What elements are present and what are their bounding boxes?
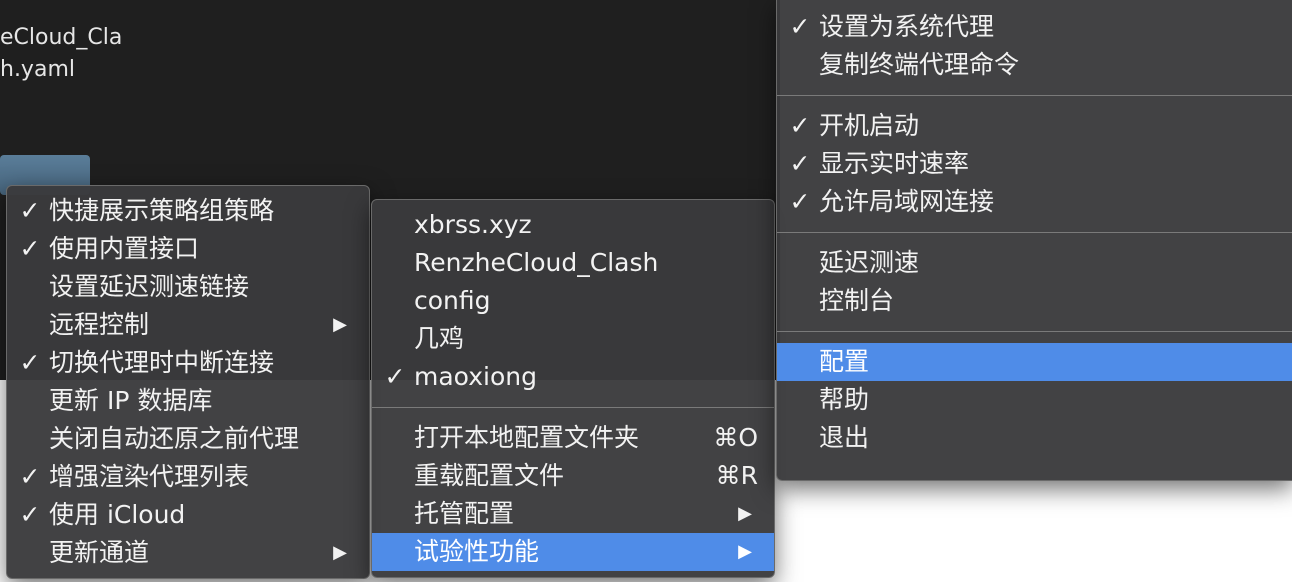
menu-item-label: RenzheCloud_Clash — [414, 248, 659, 277]
menu-item-label: 退出 — [819, 423, 870, 452]
menu-item-disable-auto-restore[interactable]: 关闭自动还原之前代理 — [7, 420, 369, 458]
menu-item-label: 试验性功能 — [414, 537, 540, 566]
submenu-arrow-icon: ▶ — [738, 541, 752, 562]
menu-item-update-channel[interactable]: 更新通道 ▶ — [7, 534, 369, 572]
submenu-arrow-icon: ▶ — [333, 542, 347, 563]
menu-item-label: 远程控制 — [49, 310, 150, 339]
checkmark-icon: ✓ — [19, 234, 41, 263]
menu-item-label: 复制终端代理命令 — [819, 50, 1020, 79]
clashx-main-menu: ✓ 设置为系统代理 复制终端代理命令 ✓ 开机启动 ✓ 显示实时速率 ✓ 允许局域网连接… — [776, 0, 1292, 481]
menu-item-label: 关闭自动还原之前代理 — [49, 424, 300, 453]
menu-separator — [777, 232, 1292, 233]
menu-item-label: 几鸡 — [414, 324, 465, 353]
shortcut-label: ⌘O — [713, 423, 758, 452]
menu-item-label: 快捷展示策略组策略 — [49, 196, 275, 225]
config-item-renzhecloud[interactable]: RenzheCloud_Clash — [372, 244, 774, 282]
menu-item-label: 延迟测速 — [819, 248, 920, 277]
menu-item-label: 打开本地配置文件夹 — [414, 423, 640, 452]
menu-item-quit[interactable]: 退出 — [777, 419, 1292, 457]
menu-item-label: 使用 iCloud — [49, 500, 186, 529]
menu-item-help[interactable]: 帮助 — [777, 381, 1292, 419]
menu-item-label: 配置 — [819, 347, 870, 376]
checkmark-icon: ✓ — [19, 196, 41, 225]
menu-item-reload-config[interactable]: 重载配置文件 ⌘R — [372, 457, 774, 495]
checkmark-icon: ✓ — [384, 362, 406, 391]
menu-item-show-speed[interactable]: ✓ 显示实时速率 — [777, 145, 1292, 183]
config-item-maoxiong[interactable]: ✓ maoxiong — [372, 358, 774, 396]
checkmark-icon: ✓ — [19, 348, 41, 377]
config-item-jiji[interactable]: 几鸡 — [372, 320, 774, 358]
menu-item-label: 重载配置文件 — [414, 461, 565, 490]
checkmark-icon: ✓ — [19, 462, 41, 491]
menu-item-use-icloud[interactable]: ✓ 使用 iCloud — [7, 496, 369, 534]
menu-item-open-config-folder[interactable]: 打开本地配置文件夹 ⌘O — [372, 419, 774, 457]
experimental-features-submenu: ✓ 快捷展示策略组策略 ✓ 使用内置接口 设置延迟测速链接 远程控制 ▶ ✓ 切换代理时… — [6, 185, 370, 579]
config-submenu: xbrss.xyz RenzheCloud_Clash config 几鸡 ✓ m… — [371, 199, 775, 578]
menu-item-label: xbrss.xyz — [414, 210, 532, 239]
menu-item-allow-lan[interactable]: ✓ 允许局域网连接 — [777, 183, 1292, 221]
menu-item-label: config — [414, 286, 491, 315]
menu-item-label: 设置为系统代理 — [819, 12, 995, 41]
menu-item-enhanced-render[interactable]: ✓ 增强渲染代理列表 — [7, 458, 369, 496]
menu-item-label: 设置延迟测速链接 — [49, 272, 250, 301]
menu-item-start-at-login[interactable]: ✓ 开机启动 — [777, 107, 1292, 145]
menu-separator — [372, 407, 774, 408]
menu-item-dashboard[interactable]: 控制台 — [777, 282, 1292, 320]
menu-item-update-ip-db[interactable]: 更新 IP 数据库 — [7, 382, 369, 420]
menu-item-remote-control[interactable]: 远程控制 ▶ — [7, 306, 369, 344]
menu-item-set-system-proxy[interactable]: ✓ 设置为系统代理 — [777, 8, 1292, 46]
config-item-xbrss[interactable]: xbrss.xyz — [372, 206, 774, 244]
checkmark-icon: ✓ — [789, 111, 811, 140]
file-name-line-1[interactable]: eCloud_Cla — [0, 22, 122, 54]
menu-item-label: 控制台 — [819, 286, 895, 315]
checkmark-icon: ✓ — [789, 187, 811, 216]
menu-item-label: maoxiong — [414, 362, 537, 391]
menu-item-label: 帮助 — [819, 385, 870, 414]
menu-item-label: 更新 IP 数据库 — [49, 386, 213, 415]
menu-item-label: 开机启动 — [819, 111, 920, 140]
submenu-arrow-icon: ▶ — [333, 314, 347, 335]
file-name-line-2[interactable]: h.yaml — [0, 54, 75, 86]
config-item-config[interactable]: config — [372, 282, 774, 320]
checkmark-icon: ✓ — [19, 500, 41, 529]
menu-separator — [777, 95, 1292, 96]
menu-item-label: 托管配置 — [414, 499, 515, 528]
menu-item-label: 增强渲染代理列表 — [49, 462, 250, 491]
menu-item-latency-test[interactable]: 延迟测速 — [777, 244, 1292, 282]
menu-item-config[interactable]: 配置 — [777, 343, 1292, 381]
checkmark-icon: ✓ — [789, 149, 811, 178]
menu-item-disconnect-on-switch[interactable]: ✓ 切换代理时中断连接 — [7, 344, 369, 382]
submenu-arrow-icon: ▶ — [738, 503, 752, 524]
menu-item-copy-shell-command[interactable]: 复制终端代理命令 — [777, 46, 1292, 84]
menu-item-label: 允许局域网连接 — [819, 187, 995, 216]
menu-item-set-latency-url[interactable]: 设置延迟测速链接 — [7, 268, 369, 306]
menu-item-use-builtin-api[interactable]: ✓ 使用内置接口 — [7, 230, 369, 268]
shortcut-label: ⌘R — [715, 461, 758, 490]
checkmark-icon: ✓ — [789, 12, 811, 41]
menu-item-experimental[interactable]: 试验性功能 ▶ — [372, 533, 774, 571]
menu-item-label: 显示实时速率 — [819, 149, 970, 178]
menu-item-label: 切换代理时中断连接 — [49, 348, 275, 377]
menu-item-quick-show-policy[interactable]: ✓ 快捷展示策略组策略 — [7, 192, 369, 230]
menu-separator — [777, 331, 1292, 332]
menu-item-label: 使用内置接口 — [49, 234, 200, 263]
menu-item-label: 更新通道 — [49, 538, 150, 567]
menu-item-managed-config[interactable]: 托管配置 ▶ — [372, 495, 774, 533]
